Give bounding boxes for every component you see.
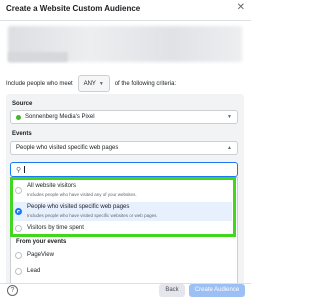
dialog-header: Create a Website Custom Audience ✕	[0, 0, 251, 21]
dialog-title: Create a Website Custom Audience	[6, 4, 141, 13]
event-lead[interactable]: Lead	[11, 266, 229, 278]
blurred-content-secondary	[8, 52, 68, 62]
criteria-suffix: of the following criteria:	[114, 80, 177, 87]
caret-down-icon: ▼	[227, 114, 232, 120]
source-select[interactable]: Sonnenberg Media's Pixel ▼	[10, 110, 238, 124]
events-select-value: People who visited specific web pages	[16, 145, 119, 151]
criteria-row: Include people who meet ANY ▼ of the fol…	[6, 75, 176, 92]
criteria-prefix: Include people who meet	[6, 80, 73, 87]
source-label: Source	[12, 101, 33, 107]
help-icon[interactable]: ?	[7, 285, 18, 296]
highlight-box	[10, 177, 236, 237]
event-title: PageView	[27, 252, 54, 258]
back-button[interactable]: Back	[159, 284, 185, 297]
events-search-input[interactable]: ⚲	[10, 162, 238, 177]
pixel-status-dot	[16, 114, 21, 120]
caret-up-icon: ▲	[227, 145, 232, 151]
event-pageview[interactable]: PageView	[11, 250, 229, 262]
event-title: Lead	[27, 268, 41, 274]
events-label: Events	[12, 131, 32, 137]
section-heading: From your events	[16, 239, 67, 245]
any-all-select[interactable]: ANY ▼	[77, 75, 110, 92]
events-select[interactable]: People who visited specific web pages ▲	[10, 141, 238, 155]
close-icon[interactable]: ✕	[237, 3, 245, 13]
caret-down-icon: ▼	[98, 80, 104, 87]
text-cursor	[24, 166, 26, 173]
source-select-value: Sonnenberg Media's Pixel	[25, 114, 95, 120]
any-all-select-value: ANY	[83, 80, 96, 87]
radio-icon	[15, 268, 22, 275]
create-audience-button[interactable]: Create Audience	[189, 284, 245, 297]
search-icon: ⚲	[16, 166, 22, 174]
radio-icon	[15, 252, 22, 259]
